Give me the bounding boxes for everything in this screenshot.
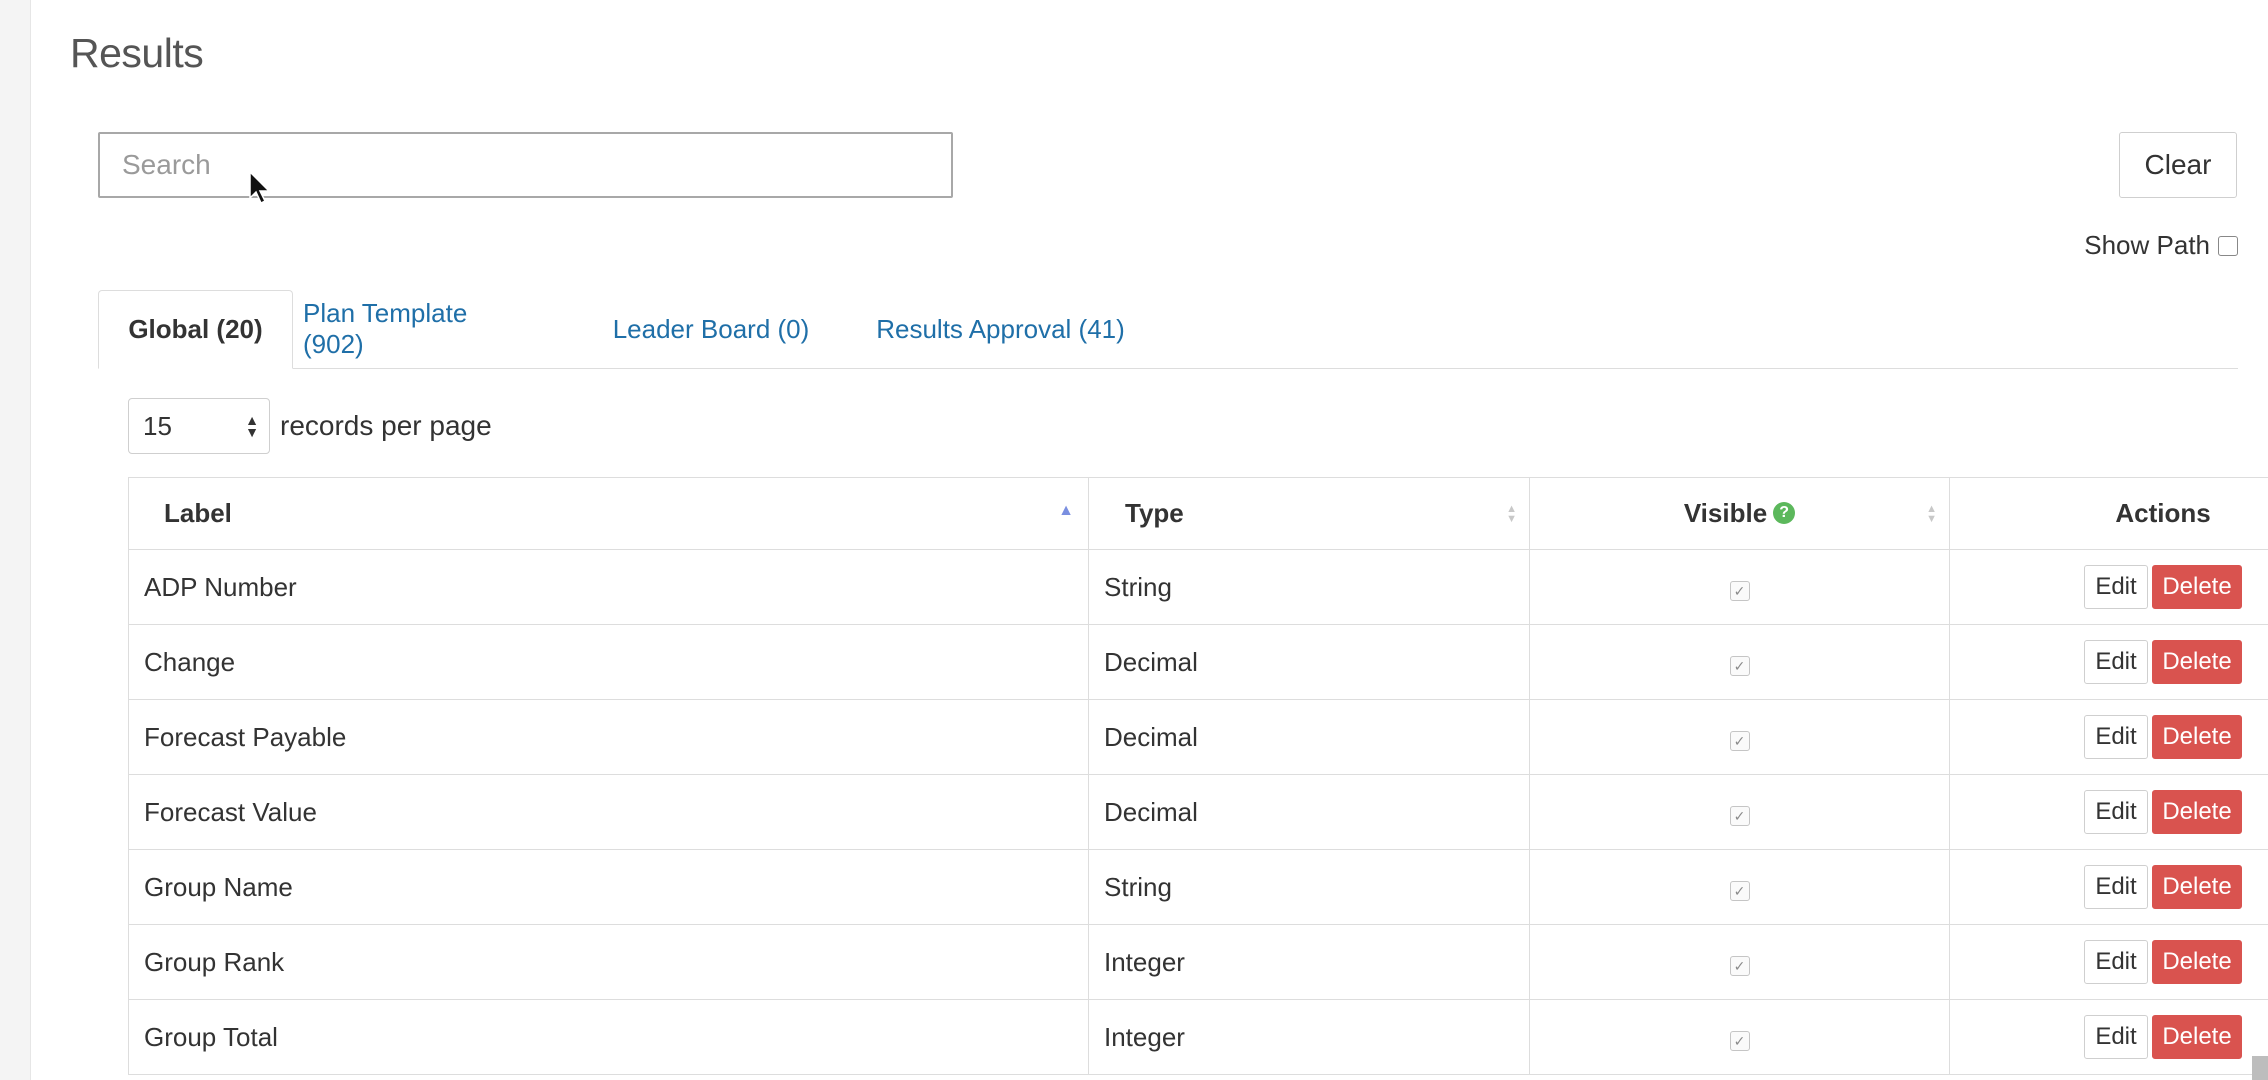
cell-label: ADP Number (128, 549, 1089, 625)
cell-type: Decimal (1088, 699, 1530, 775)
column-header-label[interactable]: Label ▲ (128, 477, 1089, 550)
column-header-text: Visible (1683, 498, 1768, 528)
page: Results Clear Show Path Global (20) Plan… (0, 0, 2268, 1080)
tab-plan-template[interactable]: Plan Template (902) (303, 290, 533, 368)
checkmark-icon: ✓ (1729, 580, 1750, 601)
show-path-checkbox[interactable] (2218, 235, 2238, 256)
cell-label: Change (128, 624, 1089, 700)
select-arrows-icon: ▲ ▼ (245, 412, 259, 440)
edit-button[interactable]: Edit (2084, 640, 2148, 684)
cell-type: Integer (1088, 999, 1530, 1075)
tab-results-approval[interactable]: Results Approval (41) (868, 290, 1133, 368)
column-header-type[interactable]: Type ▲ ▼ (1088, 477, 1530, 550)
cell-type: Integer (1088, 924, 1530, 1000)
cell-actions: Edit Delete (1949, 999, 2268, 1075)
edit-button[interactable]: Edit (2084, 940, 2148, 984)
edit-button[interactable]: Edit (2084, 565, 2148, 609)
delete-button[interactable]: Delete (2152, 940, 2242, 984)
table-row: Group Rank Integer ✓ Edit Delete (128, 924, 2268, 1000)
tab-label: Global (20) (128, 314, 263, 344)
tab-label: Results Approval (41) (876, 313, 1125, 344)
records-per-page-select[interactable]: 15 ▲ ▼ (128, 398, 270, 454)
delete-button[interactable]: Delete (2152, 565, 2242, 609)
cell-type: Decimal (1088, 774, 1530, 850)
cell-label: Group Name (128, 849, 1089, 925)
column-header-text: Type (1125, 498, 1184, 528)
column-header-text: Label (164, 498, 232, 528)
cell-type: String (1088, 849, 1530, 925)
cell-type: Decimal (1088, 624, 1530, 700)
delete-button[interactable]: Delete (2152, 790, 2242, 834)
table-header-row: Label ▲ Type ▲▼ Visible? ▲▼ Actions ▲▼ (128, 477, 2268, 550)
tab-global[interactable]: Global (20) (98, 290, 293, 369)
checkmark-icon: ✓ (1729, 880, 1750, 901)
show-path: Show Path (2084, 230, 2238, 261)
table-row: Forecast Payable Decimal ✓ Edit Delete (128, 699, 2268, 775)
checkmark-icon: ✓ (1729, 805, 1750, 826)
cell-label: Forecast Value (128, 774, 1089, 850)
checkmark-icon: ✓ (1729, 730, 1750, 751)
left-rail (0, 0, 31, 1080)
results-table: Label ▲ Type ▲▼ Visible? ▲▼ Actions ▲▼ (128, 477, 2268, 1075)
tab-bar: Global (20) Plan Template (902) Leader B… (98, 290, 2238, 369)
edit-button[interactable]: Edit (2084, 790, 2148, 834)
sort-icon: ▲ ▼ (1506, 502, 1517, 525)
cell-visible: ✓ (1529, 999, 1950, 1075)
checkmark-icon: ✓ (1729, 655, 1750, 676)
delete-button[interactable]: Delete (2152, 1015, 2242, 1059)
cell-visible: ✓ (1529, 774, 1950, 850)
sort-icon: ▲ ▼ (1926, 502, 1937, 525)
column-header-visible[interactable]: Visible? ▲ ▼ (1529, 477, 1950, 550)
tab-leader-board[interactable]: Leader Board (0) (606, 290, 816, 368)
cell-actions: Edit Delete (1949, 624, 2268, 700)
cell-visible: ✓ (1529, 624, 1950, 700)
sort-ascending-icon: ▲ (1058, 502, 1074, 519)
delete-button[interactable]: Delete (2152, 715, 2242, 759)
column-header-actions[interactable]: Actions ▲▼ (1949, 477, 2268, 550)
cell-actions: Edit Delete (1949, 699, 2268, 775)
cell-visible: ✓ (1529, 849, 1950, 925)
page-title: Results (70, 30, 204, 76)
scrollbar-corner[interactable] (2252, 1056, 2268, 1080)
records-per-page-label: records per page (280, 410, 492, 441)
cell-actions: Edit Delete (1949, 774, 2268, 850)
checkmark-icon: ✓ (1729, 1030, 1750, 1051)
records-per-page-value: 15 (143, 410, 172, 441)
cell-actions: Edit Delete (1949, 924, 2268, 1000)
edit-button[interactable]: Edit (2084, 715, 2148, 759)
mouse-cursor-icon (249, 170, 271, 205)
table-row: Change Decimal ✓ Edit Delete (128, 624, 2268, 700)
cell-label: Group Total (128, 999, 1089, 1075)
search-input[interactable] (98, 132, 953, 198)
delete-button[interactable]: Delete (2152, 640, 2242, 684)
cell-label: Forecast Payable (128, 699, 1089, 775)
cell-visible: ✓ (1529, 924, 1950, 1000)
cell-visible: ✓ (1529, 699, 1950, 775)
table-row: ADP Number String ✓ Edit Delete (128, 549, 2268, 625)
table-row: Forecast Value Decimal ✓ Edit Delete (128, 774, 2268, 850)
records-per-page: 15 ▲ ▼ records per page (128, 398, 492, 454)
cell-visible: ✓ (1529, 549, 1950, 625)
edit-button[interactable]: Edit (2084, 1015, 2148, 1059)
table-row: Group Total Integer ✓ Edit Delete (128, 999, 2268, 1075)
cell-type: String (1088, 549, 1530, 625)
cell-actions: Edit Delete (1949, 549, 2268, 625)
clear-button[interactable]: Clear (2119, 132, 2237, 198)
help-icon[interactable]: ? (1773, 502, 1796, 525)
edit-button[interactable]: Edit (2084, 865, 2148, 909)
cell-actions: Edit Delete (1949, 849, 2268, 925)
tab-label: Leader Board (0) (612, 313, 810, 344)
checkmark-icon: ✓ (1729, 955, 1750, 976)
delete-button[interactable]: Delete (2152, 865, 2242, 909)
tab-label: Plan Template (902) (303, 298, 468, 359)
show-path-label: Show Path (2084, 230, 2210, 260)
table-row: Group Name String ✓ Edit Delete (128, 849, 2268, 925)
column-header-text: Actions (2115, 498, 2211, 528)
cell-label: Group Rank (128, 924, 1089, 1000)
